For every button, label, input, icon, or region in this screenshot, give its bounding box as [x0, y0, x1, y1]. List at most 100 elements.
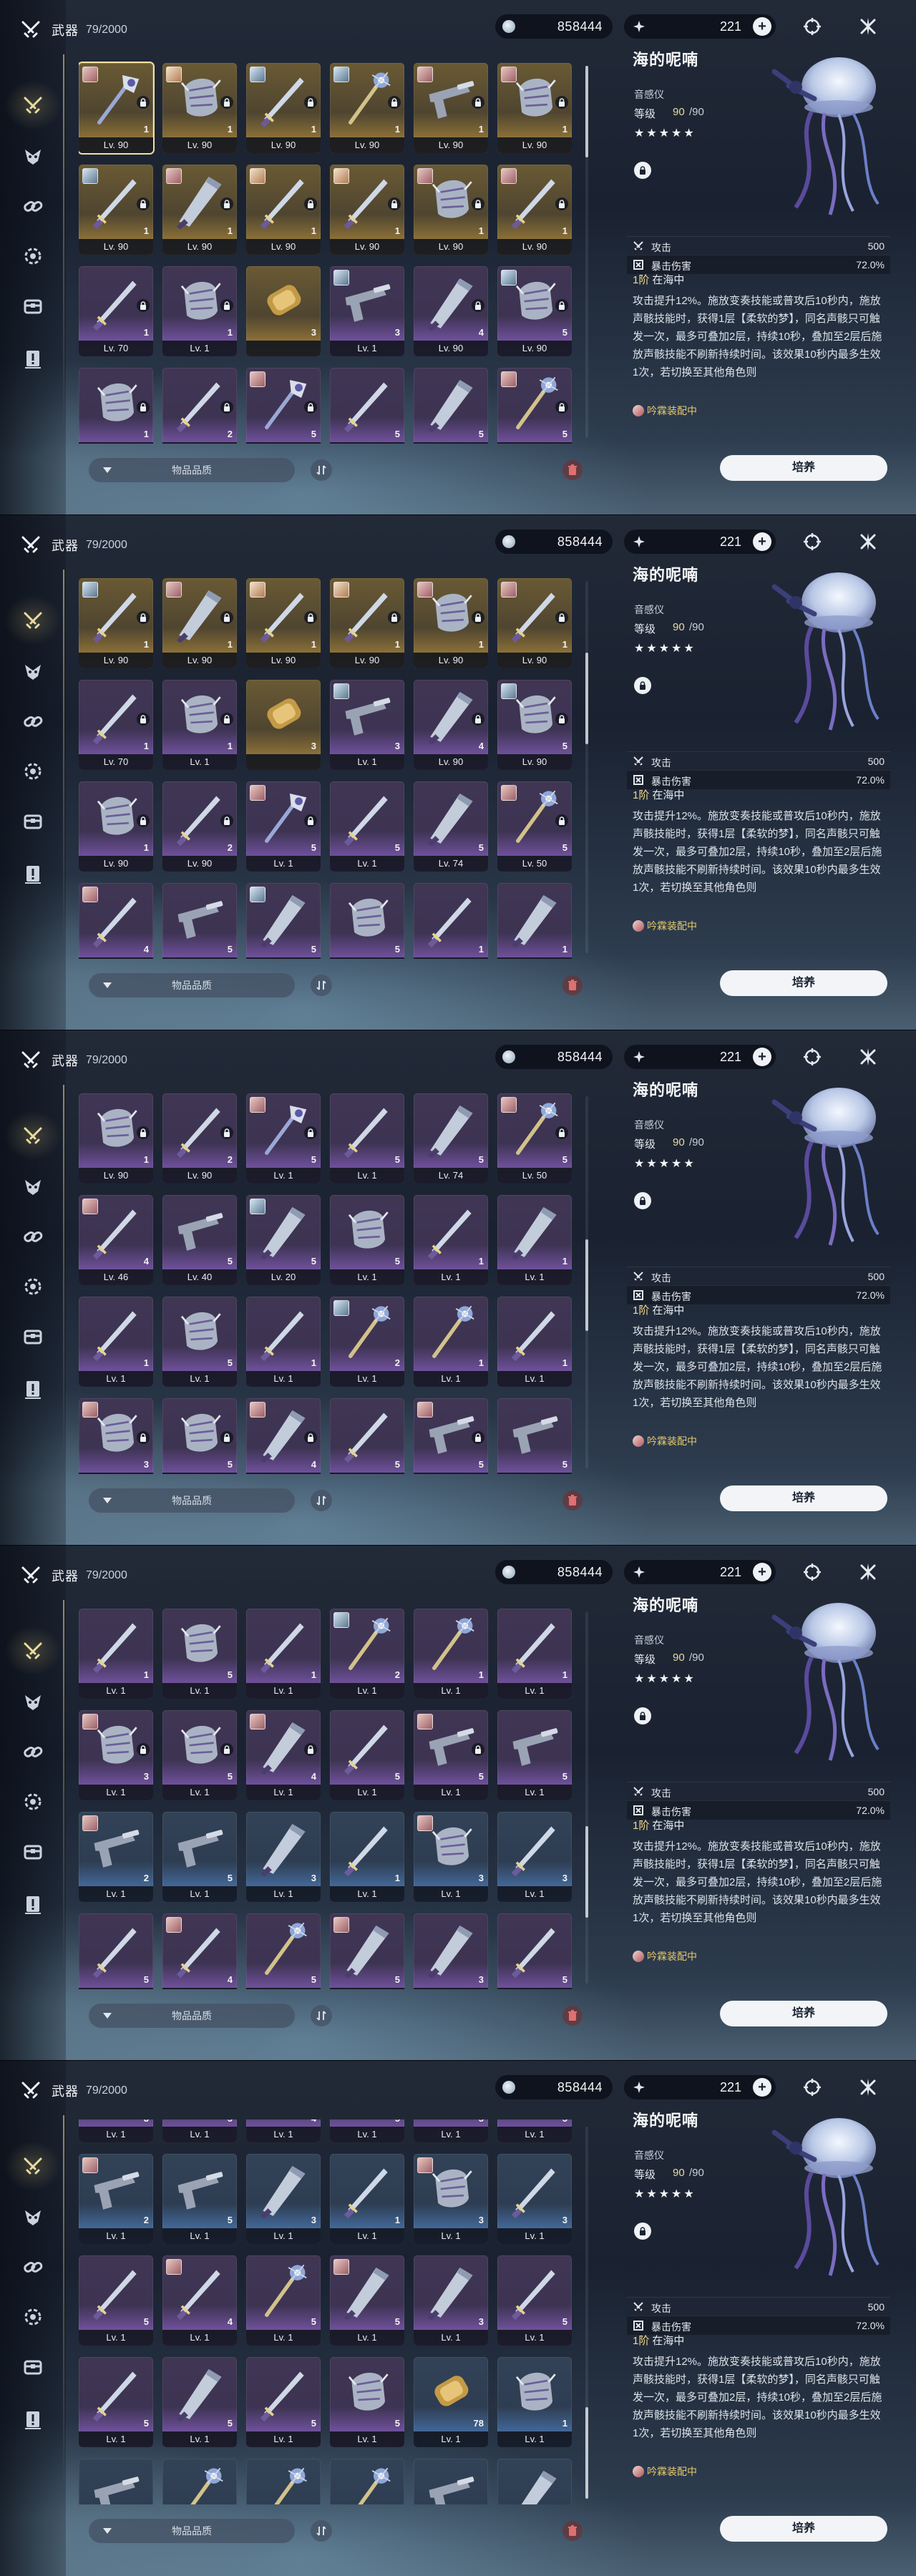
sidebar-item-weapon[interactable]: [20, 608, 46, 634]
lock-toggle[interactable]: [634, 2223, 651, 2240]
sidebar-item-weapon[interactable]: [20, 2154, 46, 2180]
weapon-card[interactable]: 1 Lv. 90: [246, 165, 321, 255]
discard-button[interactable]: [562, 1491, 583, 1511]
weapon-card[interactable]: 4 Lv. 1: [162, 1913, 237, 1989]
weapon-card[interactable]: 1 Lv. 90: [330, 165, 404, 255]
weapon-card[interactable]: 1 Lv. 90: [79, 165, 153, 255]
weapon-card[interactable]: 5 Lv. 1: [414, 2119, 488, 2142]
weapon-card[interactable]: 1Lv. 1: [497, 2459, 572, 2504]
weapon-card[interactable]: 5 Lv. 1: [162, 1812, 237, 1902]
weapon-grid-viewport[interactable]: 4Lv. 465Lv. 405Lv. 205Lv. 11Lv. 11Lv. 11…: [79, 1604, 580, 1989]
quality-filter-dropdown[interactable]: 物品品质: [89, 2004, 295, 2028]
weapon-card[interactable]: 1Lv. 1: [79, 1297, 153, 1387]
weapon-card[interactable]: 2 Lv. 90: [162, 368, 237, 444]
sidebar-item-echo[interactable]: [20, 143, 46, 169]
discard-button[interactable]: [562, 975, 583, 995]
grid-scrollbar[interactable]: [585, 1096, 588, 1468]
sidebar-item-echo[interactable]: [20, 2204, 46, 2230]
weapon-card[interactable]: 5 Lv. 20: [246, 883, 321, 959]
weapon-card[interactable]: 2 Lv. 1: [330, 1297, 404, 1387]
weapon-card[interactable]: 1Lv. 1: [414, 2459, 488, 2504]
weapon-card[interactable]: 5 Lv. 50: [497, 1093, 572, 1184]
weapon-card[interactable]: 1 Lv. 90: [497, 63, 572, 153]
sidebar-item-weapon[interactable]: [20, 1639, 46, 1664]
quality-filter-dropdown[interactable]: 物品品质: [89, 973, 295, 997]
weapon-card[interactable]: 5 Lv. 90: [497, 680, 572, 770]
weapon-card[interactable]: 1Lv. 1: [246, 2459, 321, 2504]
weapon-card[interactable]: 5 Lv. 40: [162, 883, 237, 959]
weapon-card[interactable]: 1Lv. 1: [79, 1609, 153, 1699]
sidebar-item-special[interactable]: [20, 1377, 46, 1402]
weapon-card[interactable]: 1 Lv. 90: [79, 578, 153, 668]
weapon-card[interactable]: 3 Lv. 1: [414, 2255, 488, 2346]
weapon-card[interactable]: 5 Lv. 1: [330, 2255, 404, 2346]
close-button[interactable]: [856, 1560, 880, 1584]
weapon-card[interactable]: 3 Lv. 1: [497, 2154, 572, 2244]
weapon-grid-viewport[interactable]: 1Lv. 701Lv. 133Lv. 14Lv. 905Lv. 901Lv. 9…: [79, 1089, 580, 1474]
weapon-card[interactable]: 3 Lv. 1: [414, 1812, 488, 1902]
sidebar-item-upgrade-material[interactable]: [20, 1224, 46, 1249]
discard-button[interactable]: [562, 2521, 583, 2541]
sidebar-item-echo[interactable]: [20, 1174, 46, 1199]
weapon-card[interactable]: 5 Lv. 1: [162, 2154, 237, 2244]
weapon-card[interactable]: 5 Lv. 1: [79, 2255, 153, 2346]
sidebar-item-resource[interactable]: [20, 2354, 46, 2380]
weapon-card[interactable]: 5 Lv. 1: [497, 2255, 572, 2346]
develop-button[interactable]: 培养: [720, 1485, 887, 1511]
weapon-card[interactable]: 1Lv. 1: [330, 1812, 404, 1902]
target-button[interactable]: [800, 1045, 824, 1069]
weapon-card[interactable]: 2 Lv. 90: [162, 781, 237, 872]
weapon-card[interactable]: 5 Lv. 1: [330, 781, 404, 872]
weapon-card[interactable]: 1 Lv. 90: [497, 578, 572, 668]
weapon-card[interactable]: 4 Lv. 46: [79, 883, 153, 959]
sort-order-button[interactable]: [311, 2520, 332, 2542]
sidebar-item-upgrade-material[interactable]: [20, 1739, 46, 1765]
weapon-card[interactable]: 5 Lv. 1: [330, 1710, 404, 1800]
weapon-card[interactable]: 2 Lv. 90: [162, 1093, 237, 1184]
weapon-card[interactable]: 1Lv. 1: [497, 1609, 572, 1699]
sidebar-item-development-material[interactable]: [20, 1274, 46, 1299]
sidebar-item-echo[interactable]: [20, 658, 46, 684]
quality-filter-dropdown[interactable]: 物品品质: [89, 2519, 295, 2543]
weapon-card[interactable]: 5 Lv. 1: [79, 2357, 153, 2447]
weapon-card[interactable]: 1Lv. 1: [246, 1297, 321, 1387]
weapon-card[interactable]: 1Lv. 1: [162, 2459, 237, 2504]
develop-button[interactable]: 培养: [720, 2001, 887, 2026]
weapon-card[interactable]: 1Lv. 1: [414, 1195, 488, 1285]
weapon-card[interactable]: 1 Lv. 90: [162, 63, 237, 153]
sidebar-item-development-material[interactable]: [20, 2304, 46, 2330]
weapon-card[interactable]: 1 Lv. 90: [497, 165, 572, 255]
weapon-card[interactable]: 5 Lv. 1: [246, 2357, 321, 2447]
weapon-card[interactable]: 1 Lv. 90: [246, 63, 321, 153]
close-button[interactable]: [856, 14, 880, 39]
weapon-card[interactable]: 1Lv. 1: [497, 883, 572, 959]
target-button[interactable]: [800, 1560, 824, 1584]
weapon-card[interactable]: 1Lv. 1: [330, 2154, 404, 2244]
weapon-card[interactable]: 2 Lv. 1: [79, 2154, 153, 2244]
sort-order-button[interactable]: [311, 2005, 332, 2026]
weapon-card[interactable]: 1 Lv. 90: [79, 63, 153, 153]
weapon-card[interactable]: 5 Lv. 1: [414, 1398, 488, 1474]
grid-scrollbar[interactable]: [585, 581, 588, 953]
develop-button[interactable]: 培养: [720, 455, 887, 481]
weapon-card[interactable]: 3 Lv. 1: [246, 1812, 321, 1902]
lock-toggle[interactable]: [634, 1707, 651, 1724]
weapon-card[interactable]: 4 Lv. 1: [162, 2255, 237, 2346]
weapon-card[interactable]: 1Lv. 1: [162, 266, 237, 356]
weapon-card[interactable]: 1 Lv. 90: [162, 165, 237, 255]
weapon-card[interactable]: 1 Lv. 90: [79, 1093, 153, 1184]
weapon-card[interactable]: 5 Lv. 20: [246, 1195, 321, 1285]
sidebar-item-special[interactable]: [20, 2407, 46, 2433]
weapon-card[interactable]: 1Lv. 1: [414, 883, 488, 959]
weapon-card[interactable]: 3 Lv. 1: [414, 1913, 488, 1989]
weapon-card[interactable]: 5 Lv. 1: [497, 1710, 572, 1800]
weapon-card[interactable]: 4 Lv. 46: [79, 1195, 153, 1285]
weapon-grid-viewport[interactable]: 1 Lv. 90 1 Lv. 90 1 Lv. 90 1 Lv. 90 1 Lv. 90 1 Lv. …: [79, 59, 580, 444]
weapon-card[interactable]: 1 Lv. 90: [414, 165, 488, 255]
target-button[interactable]: [800, 2075, 824, 2099]
weapon-card[interactable]: 5 Lv. 1: [330, 2119, 404, 2142]
sidebar-item-special[interactable]: [20, 346, 46, 372]
sidebar-item-upgrade-material[interactable]: [20, 193, 46, 219]
weapon-card[interactable]: 3 Lv. 1: [330, 680, 404, 770]
sort-order-button[interactable]: [311, 975, 332, 996]
